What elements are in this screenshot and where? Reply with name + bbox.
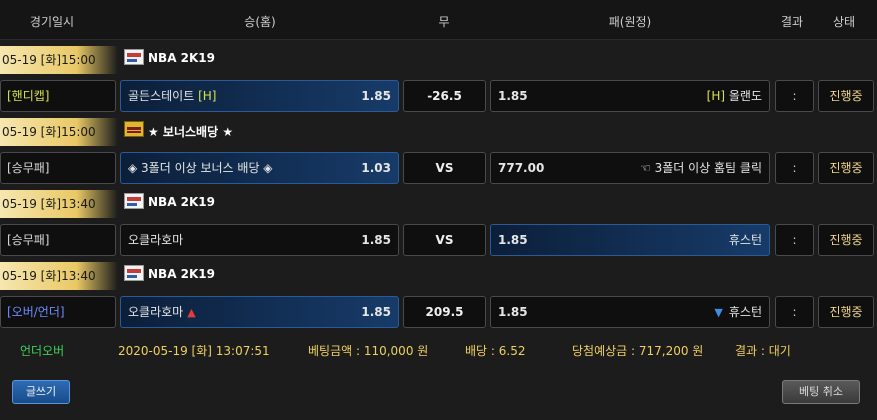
header-draw: 무 — [438, 15, 450, 29]
match-datetime: 05-19 [화]15:00 — [0, 118, 118, 146]
match-result: : — [775, 152, 814, 184]
away-team: 올랜도 — [728, 89, 762, 103]
summary-expected-win: 당첨예상금 : 717,200 원 — [572, 344, 704, 358]
under-odds-button[interactable]: 1.85 ▼ 휴스턴 — [490, 296, 770, 328]
away-odds-button[interactable]: 1.85 [H] 올랜도 — [490, 80, 770, 112]
match-row: 05-19 [화]15:00 NBA 2K19 [핸디캡] 골든스테이트 [H]… — [0, 42, 877, 114]
home-odds-button[interactable]: ◈ 3폴더 이상 보너스 배당 ◈ 1.03 — [120, 152, 399, 184]
home-team: 골든스테이트 — [128, 89, 195, 103]
home-team: 오클라호마 — [128, 305, 184, 319]
over-odds-button[interactable]: 오클라호마 ▲ 1.85 — [120, 296, 399, 328]
cancel-bet-button[interactable]: 베팅 취소 — [782, 380, 860, 404]
bet-type-label: [승무패] — [7, 161, 50, 175]
away-odds-button[interactable]: 1.85 휴스턴 — [490, 224, 770, 256]
league-name: NBA 2K19 — [148, 51, 216, 65]
header-home: 승(홈) — [244, 15, 276, 29]
header-status: 상태 — [832, 15, 856, 29]
match-status: 진행중 — [818, 296, 874, 328]
bet-type: [오버/언더] — [0, 296, 116, 328]
match-result: : — [775, 80, 814, 112]
away-odds: 1.85 — [498, 89, 528, 103]
league-name: ★ 보너스배당 ★ — [148, 125, 234, 139]
match-datetime: 05-19 [화]13:40 — [0, 262, 118, 290]
match-datetime: 05-19 [화]15:00 — [0, 46, 118, 74]
home-odds: 1.85 — [361, 305, 391, 319]
match-result: : — [775, 296, 814, 328]
arrow-up-icon: ▲ — [187, 306, 196, 319]
summary-odds: 배당 : 6.52 — [465, 344, 526, 358]
summary-datetime: 2020-05-19 [화] 13:07:51 — [118, 344, 270, 358]
home-team: 오클라호마 — [128, 233, 184, 247]
header-away: 패(원정) — [608, 15, 652, 29]
nba-2k19-logo-icon — [124, 49, 144, 65]
nba-2k19-logo-icon — [124, 193, 144, 209]
header-date: 경기일시 — [29, 15, 75, 29]
match-row: 05-19 [화]15:00 ★ 보너스배당 ★ [승무패] ◈ 3폴더 이상 … — [0, 114, 877, 186]
match-row: 05-19 [화]13:40 NBA 2K19 [오버/언더] 오클라호마 ▲ 1… — [0, 258, 877, 330]
away-odds-button[interactable]: 777.00 ☜ 3폴더 이상 홈팀 클릭 — [490, 152, 770, 184]
match-status: 진행중 — [818, 152, 874, 184]
total-line-value: 209.5 — [403, 296, 486, 328]
away-odds: 1.85 — [498, 305, 528, 319]
bet-type: [승무패] — [0, 152, 116, 184]
nba-2k19-logo-icon — [124, 265, 144, 281]
match-status: 진행중 — [818, 224, 874, 256]
away-team: ☜ 3폴더 이상 홈팀 클릭 — [640, 161, 762, 175]
bet-summary: 언더오버 2020-05-19 [화] 13:07:51 베팅금액 : 110,… — [0, 336, 877, 366]
bet-type-label: [핸디캡] — [7, 89, 50, 103]
write-button[interactable]: 글쓰기 — [12, 380, 70, 404]
home-odds: 1.85 — [361, 233, 391, 247]
handicap-value: -26.5 — [403, 80, 486, 112]
bet-type-label: [오버/언더] — [7, 305, 65, 319]
table-header: 경기일시 승(홈) 무 패(원정) 결과 상태 — [0, 0, 877, 40]
match-datetime: 05-19 [화]13:40 — [0, 190, 118, 218]
away-team: 휴스턴 — [728, 233, 762, 247]
home-odds-button[interactable]: 오클라호마 1.85 — [120, 224, 399, 256]
match-result: : — [775, 224, 814, 256]
home-tag: [H] — [198, 89, 217, 103]
league-name: NBA 2K19 — [148, 195, 216, 209]
home-team: ◈ 3폴더 이상 보너스 배당 ◈ — [128, 161, 273, 175]
summary-type: 언더오버 — [20, 344, 65, 358]
summary-result: 결과 : 대기 — [735, 344, 791, 358]
header-result: 결과 — [780, 15, 804, 29]
home-odds-button[interactable]: 골든스테이트 [H] 1.85 — [120, 80, 399, 112]
away-odds: 1.85 — [498, 233, 528, 247]
draw-vs: VS — [403, 152, 486, 184]
league-name: NBA 2K19 — [148, 267, 216, 281]
summary-bet-amount: 베팅금액 : 110,000 원 — [308, 344, 429, 358]
match-row: 05-19 [화]13:40 NBA 2K19 [승무패] 오클라호마 1.85… — [0, 186, 877, 258]
home-odds: 1.03 — [361, 161, 391, 175]
away-tag: [H] — [706, 89, 726, 103]
match-status: 진행중 — [818, 80, 874, 112]
arrow-down-icon: ▼ — [714, 306, 723, 319]
away-team: 휴스턴 — [728, 305, 762, 319]
draw-vs: VS — [403, 224, 486, 256]
bet-type-label: [승무패] — [7, 233, 50, 247]
home-odds: 1.85 — [361, 89, 391, 103]
away-odds: 777.00 — [498, 161, 545, 175]
bonus-logo-icon — [124, 121, 144, 137]
bet-type: [핸디캡] — [0, 80, 116, 112]
bet-type: [승무패] — [0, 224, 116, 256]
